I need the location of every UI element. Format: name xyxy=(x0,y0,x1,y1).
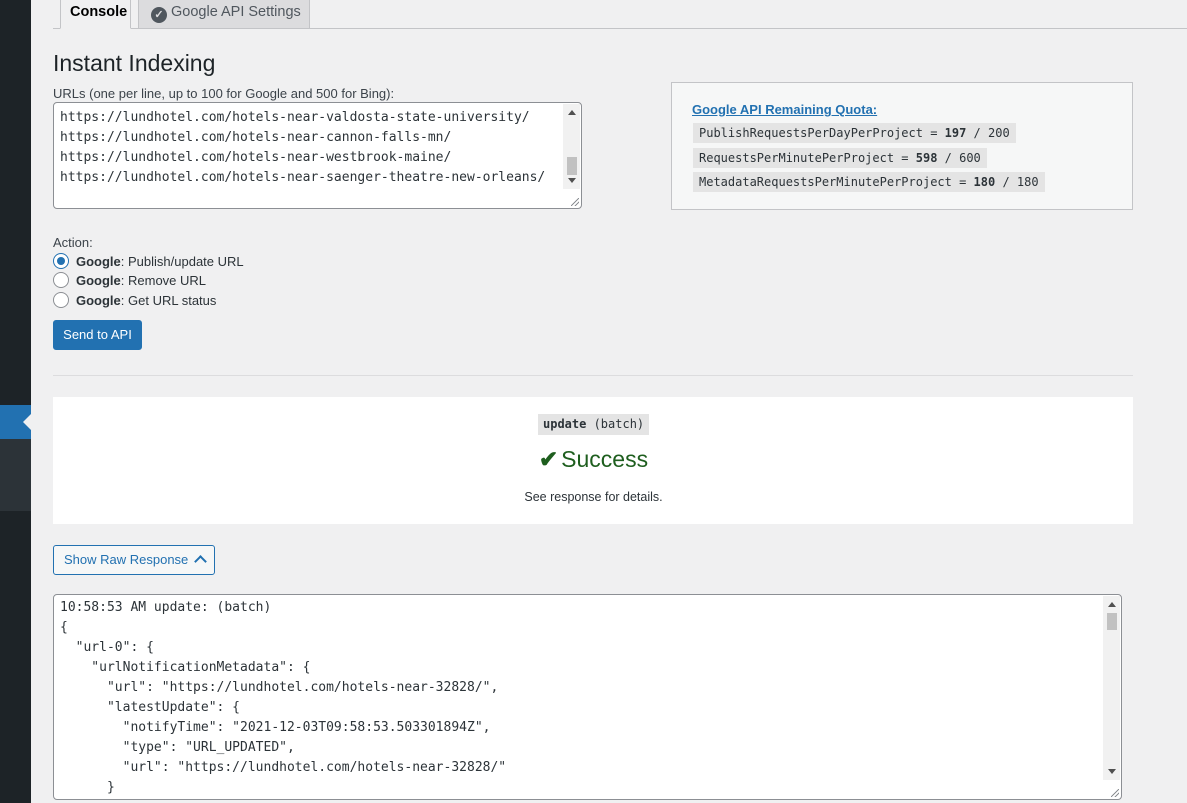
page-title: Instant Indexing xyxy=(53,50,216,76)
radio-label: : Remove URL xyxy=(120,273,207,288)
result-badge: update (batch) xyxy=(538,414,650,435)
quota-name: RequestsPerMinutePerProject = xyxy=(699,151,916,165)
menu-pointer-icon xyxy=(23,414,31,430)
divider xyxy=(53,375,1133,376)
scroll-down-icon[interactable] xyxy=(568,178,576,183)
urls-label: URLs (one per line, up to 100 for Google… xyxy=(53,86,395,101)
quota-limit: / 200 xyxy=(966,126,1010,140)
scroll-down-icon[interactable] xyxy=(1108,769,1116,774)
urls-textarea[interactable]: https://lundhotel.com/hotels-near-valdos… xyxy=(53,102,582,209)
quota-remaining: 598 xyxy=(915,151,938,165)
raw-response-textarea[interactable]: 10:58:53 AM update: (batch){ "url-0": { … xyxy=(53,594,1122,800)
checkmark-icon: ✔ xyxy=(538,446,559,472)
raw-line: "url": "https://lundhotel.com/hotels-nea… xyxy=(60,760,507,775)
radio-button[interactable] xyxy=(53,272,69,288)
raw-response-text: 10:58:53 AM update: (batch){ "url-0": { … xyxy=(60,598,506,798)
badge-action: update xyxy=(543,417,587,431)
show-raw-response-button[interactable]: Show Raw Response xyxy=(53,545,215,575)
tab-console[interactable]: Console xyxy=(60,0,131,29)
raw-line: "latestUpdate": { xyxy=(60,700,241,715)
urls-text: https://lundhotel.com/hotels-near-valdos… xyxy=(60,108,545,188)
radio-publish-update[interactable]: Google: Publish/update URL xyxy=(53,253,244,271)
url-line: https://lundhotel.com/hotels-near-westbr… xyxy=(60,150,452,165)
action-label: Action: xyxy=(53,235,93,250)
radio-button[interactable] xyxy=(53,292,69,308)
urls-scrollbar[interactable] xyxy=(563,104,580,189)
url-line: https://lundhotel.com/hotels-near-saenge… xyxy=(60,170,546,185)
quota-row: PublishRequestsPerDayPerProject = 197 / … xyxy=(693,123,1016,143)
raw-line: } xyxy=(60,780,115,795)
url-line: https://lundhotel.com/hotels-near-cannon… xyxy=(60,130,452,145)
raw-line: { xyxy=(60,620,68,635)
quota-remaining: 197 xyxy=(944,126,967,140)
send-to-api-button[interactable]: Send to API xyxy=(53,320,142,350)
scroll-up-icon[interactable] xyxy=(568,110,576,115)
radio-label: : Get URL status xyxy=(120,293,217,308)
quota-limit: / 180 xyxy=(995,175,1039,189)
quota-limit: / 600 xyxy=(937,151,981,165)
radio-remove-url[interactable]: Google: Remove URL xyxy=(53,272,206,290)
url-line: https://lundhotel.com/hotels-near-valdos… xyxy=(60,110,530,125)
radio-prefix: Google xyxy=(76,293,121,308)
raw-scrollbar[interactable] xyxy=(1103,596,1120,780)
scroll-up-icon[interactable] xyxy=(1108,602,1116,607)
raw-line: "urlNotificationMetadata": { xyxy=(60,660,311,675)
raw-button-label: Show Raw Response xyxy=(64,552,189,567)
radio-button-checked[interactable] xyxy=(53,253,69,269)
scroll-thumb[interactable] xyxy=(1107,613,1117,630)
tab-google-api-settings[interactable]: ✓ Google API Settings xyxy=(138,0,310,29)
resize-handle-icon[interactable] xyxy=(571,198,579,206)
raw-line: "type": "URL_UPDATED", xyxy=(60,740,295,755)
tab-console-label: Console xyxy=(70,4,128,20)
quota-name: PublishRequestsPerDayPerProject = xyxy=(699,126,945,140)
success-text: Success xyxy=(561,446,649,472)
check-circle-icon: ✓ xyxy=(151,7,167,23)
quota-row: MetadataRequestsPerMinutePerProject = 18… xyxy=(693,172,1045,192)
badge-mode: (batch) xyxy=(586,417,645,431)
scroll-thumb[interactable] xyxy=(567,157,577,175)
radio-prefix: Google xyxy=(76,254,121,269)
raw-line: "url": "https://lundhotel.com/hotels-nea… xyxy=(60,680,499,695)
chevron-up-icon xyxy=(194,555,208,568)
raw-line: "url-0": { xyxy=(60,640,154,655)
quota-name: MetadataRequestsPerMinutePerProject = xyxy=(699,175,974,189)
tab-google-api-settings-label: Google API Settings xyxy=(171,4,301,20)
raw-line: "notifyTime": "2021-12-03T09:58:53.50330… xyxy=(60,720,491,735)
radio-prefix: Google xyxy=(76,273,121,288)
raw-line: 10:58:53 AM update: (batch) xyxy=(60,600,272,615)
quota-box: Google API Remaining Quota: PublishReque… xyxy=(671,82,1133,210)
radio-get-status[interactable]: Google: Get URL status xyxy=(53,292,216,310)
quota-title[interactable]: Google API Remaining Quota: xyxy=(692,102,877,117)
resize-handle-icon[interactable] xyxy=(1111,789,1119,797)
radio-label: : Publish/update URL xyxy=(120,254,244,269)
admin-sidebar xyxy=(0,0,31,803)
success-message: ✔ Success xyxy=(0,446,1187,473)
quota-row: RequestsPerMinutePerProject = 598 / 600 xyxy=(693,148,987,168)
result-details: See response for details. xyxy=(524,490,663,504)
quota-remaining: 180 xyxy=(973,175,996,189)
